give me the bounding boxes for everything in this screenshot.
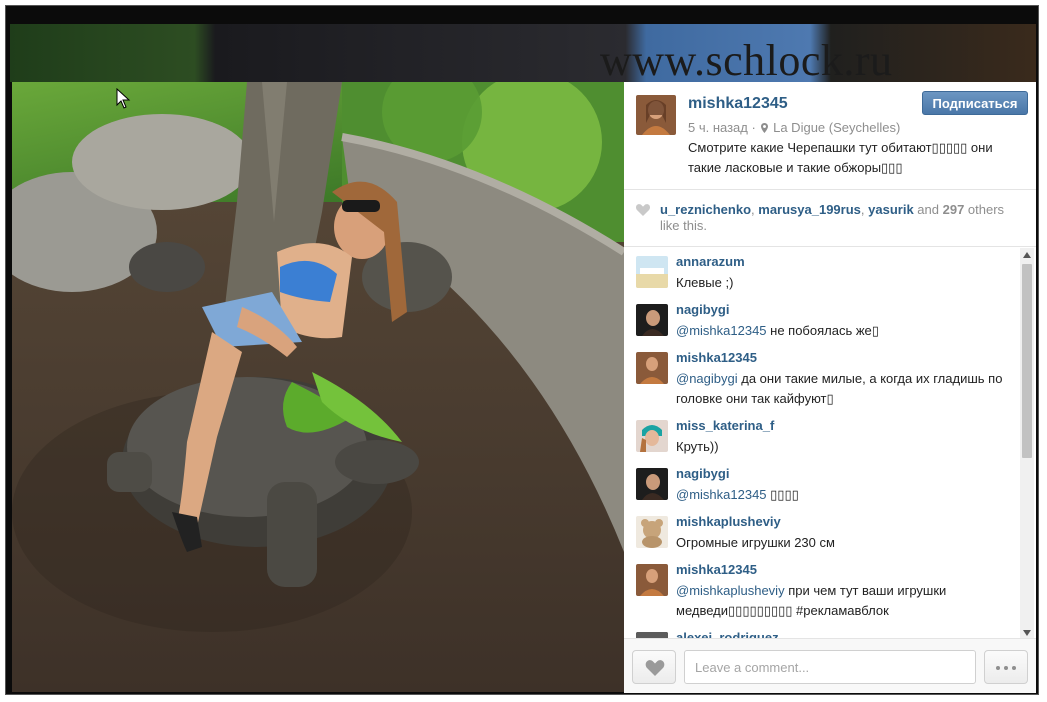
likes-section: u_reznichenko, marusya_199rus, yasurik a… (624, 190, 1036, 247)
comment-mention[interactable]: @mishka12345 (676, 323, 767, 338)
comment-mention[interactable]: @nagibygi (676, 371, 738, 386)
comment-username[interactable]: mishka12345 (676, 350, 757, 365)
mouse-cursor-icon (116, 88, 131, 109)
comment-mention[interactable]: @mishka12345 (676, 487, 767, 502)
like-button[interactable] (632, 650, 676, 684)
comment-body: ▯▯▯▯ (766, 487, 799, 502)
more-options-button[interactable] (984, 650, 1028, 684)
post-location[interactable]: La Digue (Seychelles) (773, 120, 900, 135)
comment-username[interactable]: miss_katerina_f (676, 418, 774, 433)
comment-username[interactable]: alexei_rodriguez (676, 630, 779, 638)
heart-icon (636, 204, 650, 216)
watermark: www.schlock.ru (600, 36, 893, 85)
comment-body: не побоялась же▯ (766, 323, 879, 338)
comment-username[interactable]: mishkaplusheviy (676, 514, 781, 529)
post-caption: Смотрите какие Черепашки тут обитают▯▯▯▯… (688, 140, 993, 175)
comment-text: Огромные игрушки 230 см (676, 533, 1016, 553)
comment-username[interactable]: annarazum (676, 254, 745, 269)
avatar[interactable] (636, 468, 668, 500)
avatar[interactable] (636, 352, 668, 384)
post-meta: 5 ч. назад · La Digue (Seychelles) (688, 120, 900, 135)
comment-text: @nagibygi да они такие милые, а когда их… (676, 369, 1016, 409)
comment-text: Клевые ;) (676, 273, 1016, 293)
comment-text: @mishka12345 не побоялась же▯ (676, 321, 1016, 341)
avatar[interactable] (636, 95, 676, 135)
post-time[interactable]: 5 ч. назад (688, 120, 748, 135)
liker-link[interactable]: u_reznichenko (660, 202, 751, 217)
comments-scrollbar[interactable] (1020, 248, 1034, 640)
likes-text: u_reznichenko, marusya_199rus, yasurik a… (660, 202, 1020, 234)
heart-icon (645, 660, 665, 676)
follow-button[interactable]: Подписаться (922, 91, 1028, 115)
comment-body: Круть)) (676, 439, 719, 454)
comment-input[interactable] (684, 650, 976, 684)
likes-and: and (913, 202, 943, 217)
comments-list[interactable]: annarazum Клевые ;) nagibygi @mishka1234… (624, 248, 1020, 638)
avatar[interactable] (636, 564, 668, 596)
more-dots-icon (1012, 666, 1016, 670)
liker-link[interactable]: yasurik (868, 202, 914, 217)
post-username[interactable]: mishka12345 (688, 95, 788, 113)
comment-text: @mishkaplusheviy при чем тут ваши игрушк… (676, 581, 1016, 621)
comment-text: @mishka12345 ▯▯▯▯ (676, 485, 1016, 505)
scroll-up-arrow-icon[interactable] (1023, 252, 1031, 258)
meta-separator: · (751, 120, 756, 135)
avatar[interactable] (636, 304, 668, 336)
more-dots-icon (1004, 666, 1008, 670)
scroll-down-arrow-icon[interactable] (1023, 630, 1031, 636)
liker-link[interactable]: marusya_199rus (758, 202, 861, 217)
comment-username[interactable]: nagibygi (676, 466, 729, 481)
comment-username[interactable]: mishka12345 (676, 562, 757, 577)
comment-username[interactable]: nagibygi (676, 302, 729, 317)
comment-body: Огромные игрушки 230 см (676, 535, 835, 550)
avatar[interactable] (636, 420, 668, 452)
comment-footer (624, 638, 1036, 693)
avatar[interactable] (636, 256, 668, 288)
comment-body: Клевые ;) (676, 275, 734, 290)
post-details-panel: mishka12345 Подписаться 5 ч. назад · La … (624, 82, 1036, 693)
likes-count[interactable]: 297 (943, 202, 965, 217)
post-photo[interactable] (12, 82, 624, 692)
comment-text: Круть)) (676, 437, 1016, 457)
comment-mention[interactable]: @mishkaplusheviy (676, 583, 785, 598)
scrollbar-thumb[interactable] (1022, 264, 1032, 458)
location-pin-icon (761, 123, 769, 133)
post-header: mishka12345 Подписаться 5 ч. назад · La … (624, 82, 1036, 190)
avatar[interactable] (636, 516, 668, 548)
more-dots-icon (996, 666, 1000, 670)
photo-illustration (12, 82, 624, 692)
